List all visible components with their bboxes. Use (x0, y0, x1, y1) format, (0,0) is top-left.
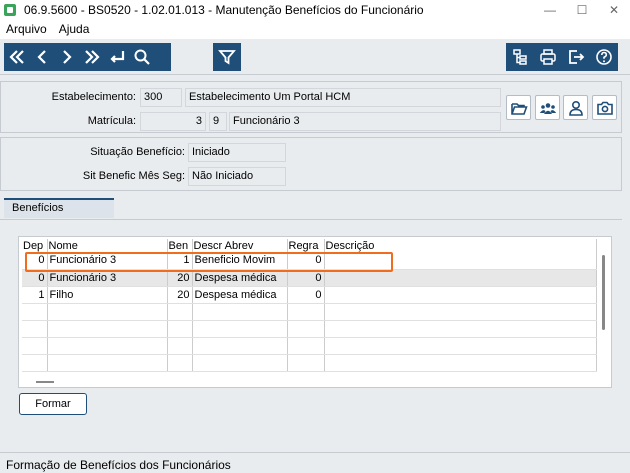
cell-descr-abrev: Beneficio Movim (192, 252, 288, 270)
matricula-field[interactable]: 3 (140, 112, 206, 131)
actions-group (506, 43, 618, 71)
app-icon (4, 3, 16, 16)
cell-descricao (324, 286, 597, 304)
table-row[interactable]: 1 Filho 20 Despesa médica 0 (22, 286, 597, 304)
first-record-button[interactable] (4, 43, 29, 71)
users-group-icon (539, 102, 556, 114)
cell-ben: 1 (167, 252, 193, 270)
cell-nome: Filho (47, 286, 168, 304)
col-regra[interactable]: Regra (287, 239, 325, 252)
group-button[interactable] (535, 95, 560, 120)
tree-button[interactable] (506, 43, 534, 71)
filter-group (213, 43, 241, 71)
horizontal-scrollbar[interactable] (36, 381, 54, 383)
employee-name-field: Funcionário 3 (229, 112, 501, 131)
hierarchy-icon (513, 49, 527, 65)
maximize-button[interactable]: ☐ (566, 3, 598, 17)
double-chevron-right-icon (84, 50, 100, 64)
camera-button[interactable] (592, 95, 617, 120)
empty-row (22, 303, 597, 321)
folder-open-icon (510, 102, 528, 115)
tab-beneficios[interactable]: Benefícios (4, 198, 114, 218)
printer-icon (540, 49, 556, 65)
menu-arquivo[interactable]: Arquivo (0, 22, 53, 36)
cell-regra: 0 (287, 286, 325, 304)
status-bar: Formação de Benefícios dos Funcionários (0, 452, 630, 473)
tab-underline (0, 219, 622, 220)
sit-beneficio-field: Iniciado (188, 143, 286, 162)
print-button[interactable] (534, 43, 562, 71)
window-title: 06.9.5600 - BS0520 - 1.02.01.013 - Manut… (24, 2, 424, 17)
estab-name-field: Estabelecimento Um Portal HCM (185, 88, 501, 107)
exit-button[interactable] (562, 43, 590, 71)
cell-descr-abrev: Despesa médica (192, 286, 288, 304)
sit-mes-field: Não Iniciado (188, 167, 286, 186)
next-record-button[interactable] (54, 43, 79, 71)
col-ben[interactable]: Ben (167, 239, 193, 252)
goto-button[interactable] (104, 43, 129, 71)
formar-button[interactable]: Formar (19, 393, 87, 415)
cell-nome: Funcionário 3 (47, 269, 168, 287)
cell-ben: 20 (167, 286, 193, 304)
vertical-scrollbar[interactable] (602, 255, 605, 330)
search-button[interactable] (129, 43, 154, 71)
filter-icon (218, 50, 236, 65)
chevron-right-icon (62, 50, 72, 64)
empty-row (22, 354, 597, 372)
cell-descricao (324, 269, 597, 287)
cell-nome: Funcionário 3 (47, 252, 168, 270)
beneficios-table: Dep Nome Ben Descr Abrev Regra Descrição… (22, 239, 597, 372)
table-row[interactable]: 0 Funcionário 3 1 Beneficio Movim 0 (22, 252, 597, 270)
help-icon (596, 49, 612, 65)
enter-arrow-icon (109, 51, 124, 63)
chevron-left-icon (36, 50, 46, 64)
cell-regra: 0 (287, 252, 325, 270)
cell-descr-abrev: Despesa médica (192, 269, 288, 287)
search-icon (134, 49, 150, 65)
header-panel: Estabelecimento: 300 Estabelecimento Um … (0, 81, 622, 133)
col-descr-abrev[interactable]: Descr Abrev (192, 239, 288, 252)
filter-button[interactable] (213, 43, 241, 71)
user-button[interactable] (563, 95, 588, 120)
minimize-button[interactable]: — (534, 3, 566, 17)
beneficios-grid[interactable]: Dep Nome Ben Descr Abrev Regra Descrição… (18, 236, 612, 388)
matricula-digit-field: 9 (209, 112, 227, 131)
close-button[interactable]: ✕ (598, 3, 630, 17)
cell-dep: 1 (22, 286, 48, 304)
table-header-row: Dep Nome Ben Descr Abrev Regra Descrição (22, 239, 597, 252)
estab-label: Estabelecimento: (51, 91, 136, 103)
cell-dep: 0 (22, 252, 48, 270)
situacao-panel: Situação Benefício: Iniciado Sit Benefic… (0, 137, 622, 191)
matricula-label: Matrícula: (87, 115, 136, 127)
exit-icon (569, 50, 585, 64)
user-icon (568, 100, 583, 116)
last-record-button[interactable] (79, 43, 104, 71)
cell-ben: 20 (167, 269, 193, 287)
help-button[interactable] (590, 43, 618, 71)
cell-descricao (324, 252, 597, 270)
toolbar (0, 39, 630, 75)
empty-row (22, 337, 597, 355)
cell-regra: 0 (287, 269, 325, 287)
sit-beneficio-label: Situação Benefício: (90, 146, 185, 158)
estab-code-field[interactable]: 300 (140, 88, 182, 107)
camera-icon (596, 101, 613, 115)
table-row[interactable]: 0 Funcionário 3 20 Despesa médica 0 (22, 269, 597, 287)
empty-row (22, 320, 597, 338)
col-descricao[interactable]: Descrição (324, 239, 597, 252)
menu-ajuda[interactable]: Ajuda (53, 22, 96, 36)
title-bar: 06.9.5600 - BS0520 - 1.02.01.013 - Manut… (0, 0, 630, 19)
col-nome[interactable]: Nome (47, 239, 168, 252)
double-chevron-left-icon (8, 50, 24, 64)
nav-group (4, 43, 171, 71)
folder-button[interactable] (506, 95, 531, 120)
cell-dep: 0 (22, 269, 48, 287)
previous-record-button[interactable] (29, 43, 54, 71)
sit-mes-label: Sit Benefic Mês Seg: (82, 170, 185, 182)
menu-bar: Arquivo Ajuda (0, 19, 630, 39)
col-dep[interactable]: Dep (22, 239, 48, 252)
